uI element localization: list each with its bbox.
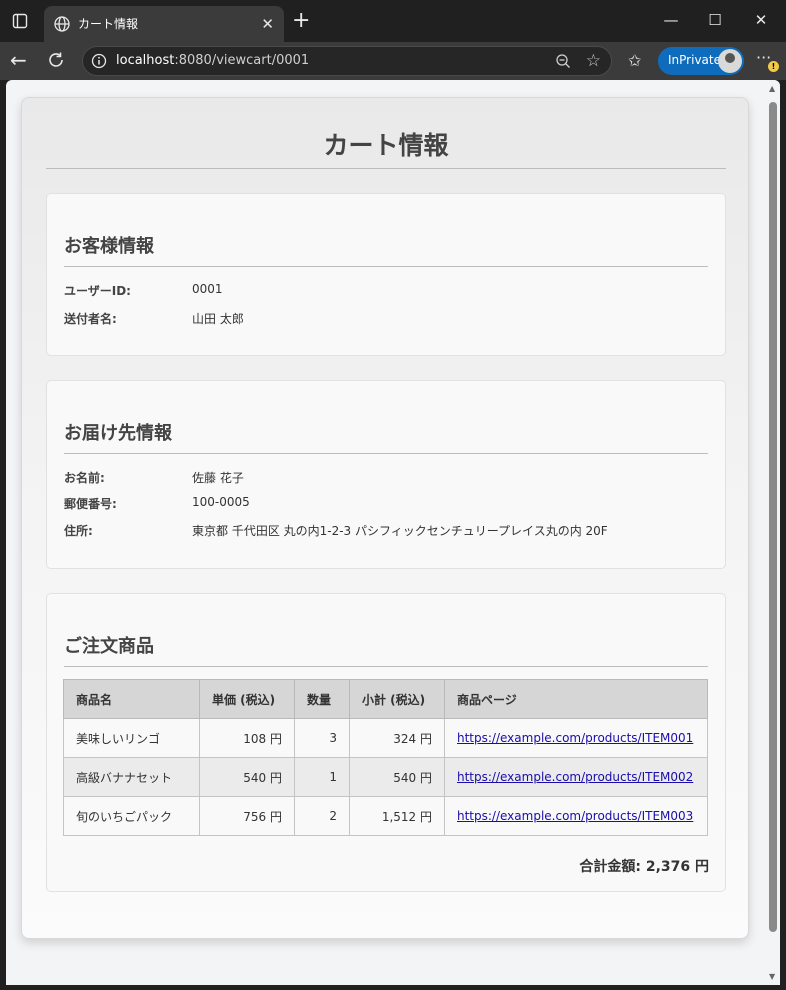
unit-price: 108 円	[199, 718, 295, 758]
inprivate-button[interactable]: InPrivate	[658, 47, 744, 75]
address-bar[interactable]: localhost:8080/viewcart/0001 ☆	[82, 46, 612, 76]
minimize-icon[interactable]: —	[656, 10, 686, 30]
product-name: 旬のいちごパック	[63, 796, 200, 836]
title-divider	[46, 168, 726, 169]
url-path: :8080/viewcart/0001	[174, 53, 310, 68]
section-divider	[64, 266, 708, 267]
alert-badge-icon: !	[768, 61, 779, 72]
order-heading: ご注文商品	[64, 636, 154, 657]
recipient-name-value: 佐藤 花子	[192, 471, 244, 485]
unit-price: 756 円	[199, 796, 295, 836]
customer-heading: お客様情報	[64, 236, 154, 257]
maximize-icon[interactable]: ☐	[700, 10, 730, 30]
order-total: 合計金額: 2,376 円	[579, 859, 709, 875]
product-name: 高級バナナセット	[63, 757, 200, 797]
product-page-cell: https://example.com/products/ITEM003	[444, 796, 708, 836]
close-tab-icon[interactable]: ✕	[261, 15, 274, 33]
tab-bar: カート情報 ✕ + — ☐ ✕	[0, 0, 786, 42]
order-items-table: 商品名 単価 (税込) 数量 小計 (税込) 商品ページ 美味しいリンゴ 108…	[63, 679, 708, 836]
user-id-label: ユーザーID:	[64, 284, 131, 298]
close-window-icon[interactable]: ✕	[746, 10, 776, 30]
favorite-star-icon[interactable]: ☆	[586, 51, 601, 71]
product-page-cell: https://example.com/products/ITEM002	[444, 757, 708, 797]
inprivate-label: InPrivate	[668, 53, 721, 67]
browser-toolbar: ← localhost:8080/viewcart/0001 ☆ ✩ InPri…	[0, 42, 786, 80]
back-icon[interactable]: ←	[10, 50, 27, 70]
page-title: カート情報	[323, 131, 449, 160]
user-id-value: 0001	[192, 282, 223, 296]
product-page-link[interactable]: https://example.com/products/ITEM002	[457, 770, 693, 784]
shipping-heading: お届け先情報	[64, 423, 172, 444]
table-header-row: 商品名 単価 (税込) 数量 小計 (税込) 商品ページ	[63, 679, 708, 719]
product-page-cell: https://example.com/products/ITEM001	[444, 718, 708, 758]
product-name: 美味しいリンゴ	[63, 718, 200, 758]
avatar	[718, 49, 742, 73]
table-row: 旬のいちごパック 756 円 2 1,512 円 https://example…	[63, 796, 708, 836]
scroll-thumb[interactable]	[769, 102, 777, 932]
tab-title: カート情報	[78, 17, 139, 31]
product-page-link[interactable]: https://example.com/products/ITEM001	[457, 731, 693, 745]
cart-card: カート情報 お客様情報 ユーザーID: 0001 送付者名: 山田 太郎 お届け…	[21, 97, 749, 939]
column-header-product: 商品名	[63, 679, 200, 719]
section-divider	[64, 666, 708, 667]
scroll-up-icon[interactable]: ▲	[769, 84, 775, 93]
address-value: 東京都 千代田区 丸の内1-2-3 パシフィックセンチュリープレイス丸の内 20…	[192, 524, 608, 538]
new-tab-icon[interactable]: +	[292, 10, 310, 32]
sender-name-value: 山田 太郎	[192, 312, 244, 326]
page-viewport: カート情報 お客様情報 ユーザーID: 0001 送付者名: 山田 太郎 お届け…	[6, 80, 780, 985]
quantity: 3	[294, 718, 350, 758]
subtotal: 540 円	[349, 757, 445, 797]
subtotal: 1,512 円	[349, 796, 445, 836]
shipping-section: お届け先情報 お名前: 佐藤 花子 郵便番号: 100-0005 住所: 東京都…	[46, 380, 726, 569]
globe-icon	[54, 16, 70, 32]
active-tab[interactable]: カート情報 ✕	[44, 6, 284, 42]
quantity: 2	[294, 796, 350, 836]
tab-actions-icon[interactable]	[12, 13, 28, 29]
column-header-subtotal: 小計 (税込)	[349, 679, 445, 719]
column-header-quantity: 数量	[294, 679, 350, 719]
quantity: 1	[294, 757, 350, 797]
zoom-out-icon[interactable]	[555, 53, 571, 69]
recipient-name-label: お名前:	[64, 471, 105, 485]
column-header-product-page: 商品ページ	[444, 679, 708, 719]
address-label: 住所:	[64, 524, 93, 538]
customer-section: お客様情報 ユーザーID: 0001 送付者名: 山田 太郎	[46, 193, 726, 356]
postal-code-value: 100-0005	[192, 495, 250, 509]
scroll-down-icon[interactable]: ▼	[769, 972, 775, 981]
sender-name-label: 送付者名:	[64, 312, 117, 326]
column-header-unit-price: 単価 (税込)	[199, 679, 295, 719]
postal-code-label: 郵便番号:	[64, 497, 117, 511]
favorites-icon[interactable]: ✩	[628, 51, 641, 71]
url-text: localhost:8080/viewcart/0001	[116, 53, 309, 68]
order-section: ご注文商品 商品名 単価 (税込) 数量 小計 (税込) 商品ページ 美味しいリ…	[46, 593, 726, 892]
section-divider	[64, 453, 708, 454]
product-page-link[interactable]: https://example.com/products/ITEM003	[457, 809, 693, 823]
page-scrollbar[interactable]: ▲ ▼	[766, 80, 780, 985]
unit-price: 540 円	[199, 757, 295, 797]
table-row: 高級バナナセット 540 円 1 540 円 https://example.c…	[63, 757, 708, 797]
reload-icon[interactable]	[46, 50, 66, 70]
subtotal: 324 円	[349, 718, 445, 758]
site-info-icon[interactable]	[91, 53, 107, 69]
table-row: 美味しいリンゴ 108 円 3 324 円 https://example.co…	[63, 718, 708, 758]
url-host: localhost	[116, 53, 175, 68]
